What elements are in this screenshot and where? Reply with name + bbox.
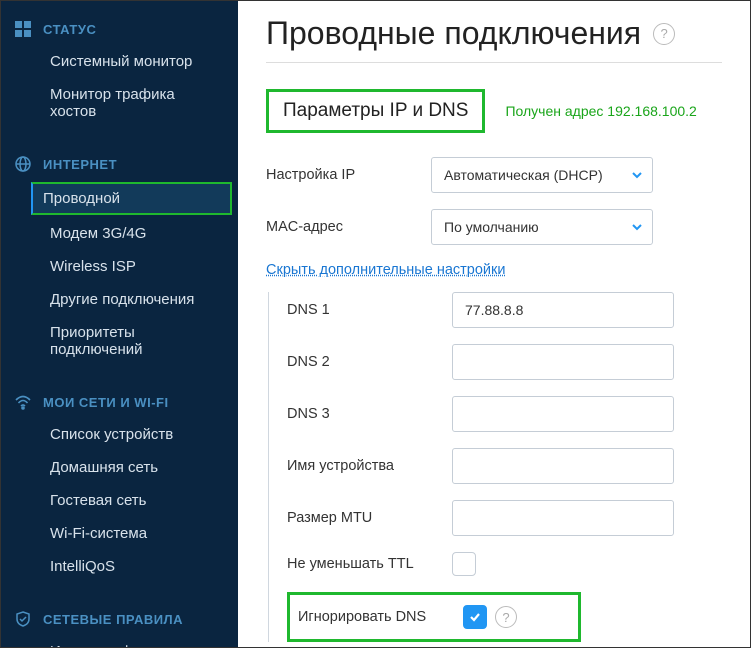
row-ignore-dns: Игнорировать DNS ? (287, 592, 581, 642)
ttl-checkbox[interactable] (452, 552, 476, 576)
sidebar-item-intelliqos[interactable]: IntelliQoS (1, 550, 238, 583)
section-title: Параметры IP и DNS (283, 100, 468, 121)
ttl-label: Не уменьшать TTL (287, 556, 452, 572)
ip-config-label: Настройка IP (266, 167, 431, 183)
sidebar-item-modem[interactable]: Модем 3G/4G (1, 217, 238, 250)
mtu-label: Размер MTU (287, 510, 452, 526)
dns1-input[interactable] (452, 292, 674, 328)
main-content: Проводные подключения ? Параметры IP и D… (238, 1, 750, 647)
ip-config-select[interactable]: Автоматическая (DHCP) (431, 157, 653, 193)
help-icon[interactable]: ? (653, 23, 675, 45)
ignore-dns-checkbox[interactable] (463, 605, 487, 629)
row-dns3: DNS 3 (287, 396, 722, 432)
row-hostname: Имя устройства (287, 448, 722, 484)
sidebar-section-rules: СЕТЕВЫЕ ПРАВИЛА (1, 601, 238, 635)
mac-select[interactable]: По умолчанию (431, 209, 653, 245)
sidebar: СТАТУС Системный монитор Монитор трафика… (1, 1, 238, 647)
section-title-highlight: Параметры IP и DNS (266, 89, 485, 133)
section-header-row: Параметры IP и DNS Получен адрес 192.168… (266, 89, 722, 133)
sidebar-item-system-monitor[interactable]: Системный монитор (1, 45, 238, 78)
sidebar-item-wired[interactable]: Проводной (31, 182, 232, 215)
ignore-dns-label: Игнорировать DNS (298, 609, 463, 625)
mac-label: MAC-адрес (266, 219, 431, 235)
advanced-settings: DNS 1 DNS 2 DNS 3 Имя устройства Размер … (268, 292, 722, 642)
row-dns1: DNS 1 (287, 292, 722, 328)
sidebar-section-status: СТАТУС (1, 11, 238, 45)
sidebar-item-other-conn[interactable]: Другие подключения (1, 283, 238, 316)
sidebar-item-devices[interactable]: Список устройств (1, 418, 238, 451)
row-ip-config: Настройка IP Автоматическая (DHCP) (266, 157, 722, 193)
sidebar-item-priorities[interactable]: Приоритеты подключений (1, 316, 238, 366)
sidebar-section-label: СТАТУС (43, 22, 96, 37)
sidebar-section-label: МОИ СЕТИ И WI-FI (43, 395, 169, 410)
dns2-input[interactable] (452, 344, 674, 380)
check-icon (468, 610, 482, 624)
dns3-input[interactable] (452, 396, 674, 432)
sidebar-item-inet-filter[interactable]: Интернет-фильтр (1, 635, 238, 647)
mtu-input[interactable] (452, 500, 674, 536)
shield-icon (15, 611, 31, 627)
wifi-icon (15, 394, 31, 410)
sidebar-item-traffic-monitor[interactable]: Монитор трафика хостов (1, 78, 238, 128)
mac-select-wrap: По умолчанию (431, 209, 653, 245)
hostname-label: Имя устройства (287, 458, 452, 474)
ip-status: Получен адрес 192.168.100.2 (505, 103, 696, 119)
sidebar-section-networks: МОИ СЕТИ И WI-FI (1, 384, 238, 418)
sidebar-section-label: ИНТЕРНЕТ (43, 157, 117, 172)
sidebar-item-home-net[interactable]: Домашняя сеть (1, 451, 238, 484)
sidebar-section-internet: ИНТЕРНЕТ (1, 146, 238, 180)
sidebar-item-guest-net[interactable]: Гостевая сеть (1, 484, 238, 517)
row-mac: MAC-адрес По умолчанию (266, 209, 722, 245)
globe-icon (15, 156, 31, 172)
sidebar-item-wisp[interactable]: Wireless ISP (1, 250, 238, 283)
row-mtu: Размер MTU (287, 500, 722, 536)
sidebar-item-wifi-system[interactable]: Wi-Fi-система (1, 517, 238, 550)
page-title: Проводные подключения (266, 15, 641, 52)
row-dns2: DNS 2 (287, 344, 722, 380)
row-ttl: Не уменьшать TTL (287, 552, 722, 576)
dns2-label: DNS 2 (287, 354, 452, 370)
ip-config-select-wrap: Автоматическая (DHCP) (431, 157, 653, 193)
grid-icon (15, 21, 31, 37)
page-title-row: Проводные подключения ? (266, 15, 722, 52)
hostname-input[interactable] (452, 448, 674, 484)
dns3-label: DNS 3 (287, 406, 452, 422)
dns1-label: DNS 1 (287, 302, 452, 318)
toggle-advanced-link[interactable]: Скрыть дополнительные настройки (266, 262, 505, 278)
help-icon[interactable]: ? (495, 606, 517, 628)
sidebar-section-label: СЕТЕВЫЕ ПРАВИЛА (43, 612, 183, 627)
divider (266, 62, 722, 63)
